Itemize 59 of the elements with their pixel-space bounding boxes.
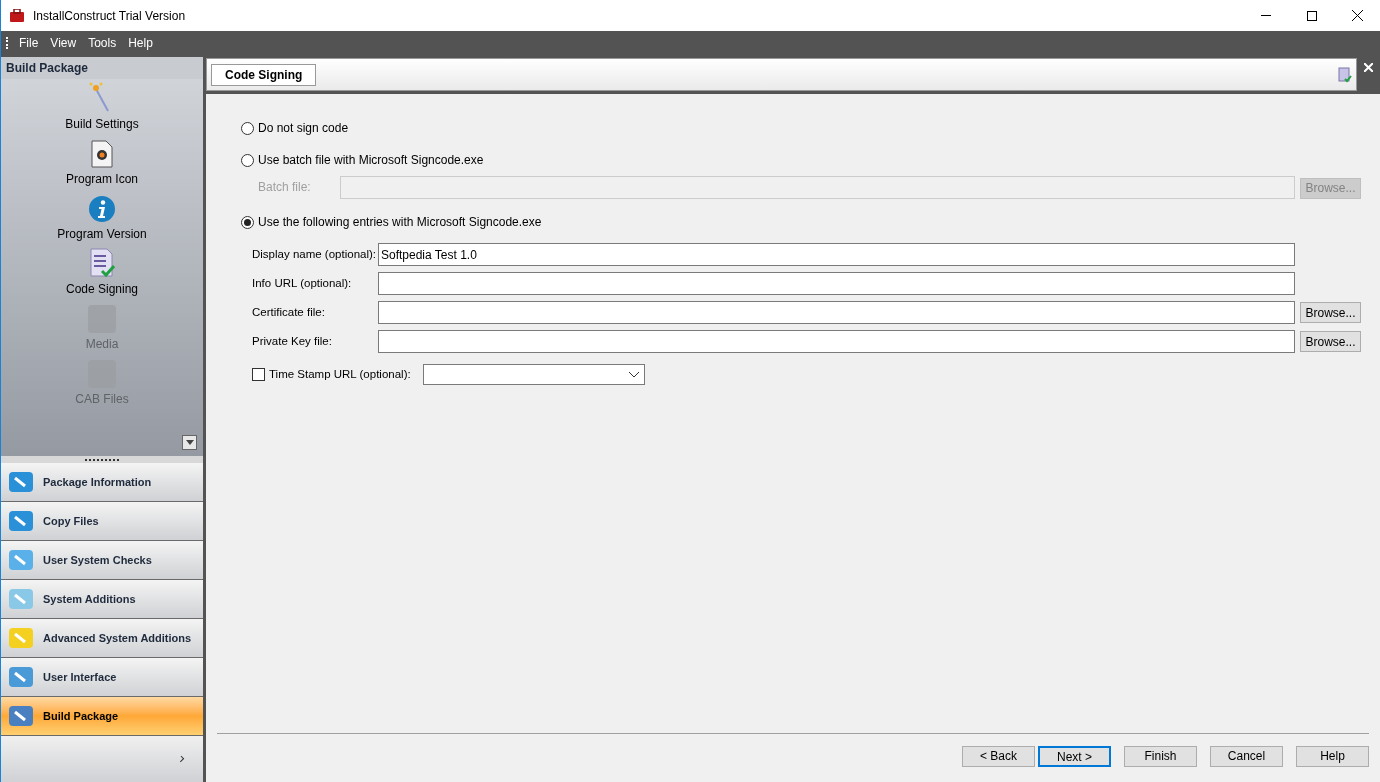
splitter[interactable] [1, 456, 203, 463]
scroll-down-icon[interactable] [182, 435, 197, 450]
nav-button[interactable]: Advanced System Additions [1, 619, 203, 658]
browse-button[interactable]: Browse... [1300, 302, 1361, 323]
info-icon [88, 195, 116, 223]
nav-icon [7, 625, 35, 651]
input-field[interactable] [378, 301, 1295, 324]
window-title: InstallConstruct Trial Version [33, 7, 186, 25]
browse-button[interactable]: Browse... [1300, 331, 1361, 352]
nav-icon [7, 586, 35, 612]
radio-button[interactable] [241, 121, 254, 135]
field-label: Info URL (optional): [252, 275, 353, 291]
menu-item[interactable]: Tools [88, 34, 117, 52]
menu-item[interactable]: Help [128, 34, 153, 52]
task-item[interactable]: Program Icon [1, 134, 203, 189]
nav-icon [7, 469, 35, 495]
radio-button[interactable] [241, 215, 254, 229]
document-icon [90, 140, 114, 168]
nav-button[interactable]: Package Information [1, 463, 203, 502]
radio-option[interactable]: Do not sign code [241, 119, 1361, 137]
nav-button[interactable]: User System Checks [1, 541, 203, 580]
wizard-button[interactable]: Finish [1124, 745, 1197, 767]
nav-button[interactable]: Copy Files [1, 502, 203, 541]
chevron-down-icon [629, 371, 639, 378]
field-label: Certificate file: [252, 304, 326, 320]
nav-button[interactable]: System Additions [1, 580, 203, 619]
nav-icon [7, 547, 35, 573]
input-field[interactable]: Softpedia Test 1.0 [378, 243, 1295, 266]
dropdown[interactable] [423, 364, 645, 385]
toolbox-icon [9, 8, 25, 23]
nav-icon [7, 703, 35, 729]
input-field[interactable] [378, 330, 1295, 353]
menu-item[interactable]: File [19, 34, 39, 52]
document-check-icon [1338, 66, 1352, 83]
wizard-button[interactable]: < Back [962, 745, 1035, 767]
nav-icon [7, 664, 35, 690]
checkbox[interactable] [252, 368, 265, 381]
close-icon[interactable] [1352, 10, 1363, 21]
wizard-button[interactable]: Cancel [1210, 745, 1283, 767]
field-label: Display name (optional): [252, 246, 377, 262]
task-item[interactable]: Code Signing [1, 244, 203, 299]
binary-document-icon [89, 248, 115, 278]
field-label: Private Key file: [252, 333, 333, 349]
radio-option[interactable]: Use batch file with Microsoft Signcode.exe [241, 151, 1361, 169]
menu-item[interactable]: View [50, 34, 77, 52]
task-panel-header: Build Package [1, 57, 203, 79]
nav-icon [7, 508, 35, 534]
tab[interactable]: Code Signing [211, 63, 317, 86]
radio-button[interactable] [241, 153, 254, 167]
wizard-button[interactable]: Help [1296, 745, 1369, 767]
input-field[interactable] [378, 272, 1295, 295]
nav-button[interactable]: Build Package [1, 697, 203, 736]
nav-button[interactable]: User Interface [1, 658, 203, 697]
task-item[interactable]: Program Version [1, 189, 203, 244]
timestamp-checkbox[interactable]: Time Stamp URL (optional): [252, 365, 423, 384]
task-item[interactable]: Build Settings [1, 79, 203, 134]
wizard-button[interactable]: Next > [1038, 745, 1111, 767]
field-label: Batch file: [258, 179, 312, 196]
radio-option[interactable]: Use the following entries with Microsoft Signcode.exe [241, 213, 1361, 231]
